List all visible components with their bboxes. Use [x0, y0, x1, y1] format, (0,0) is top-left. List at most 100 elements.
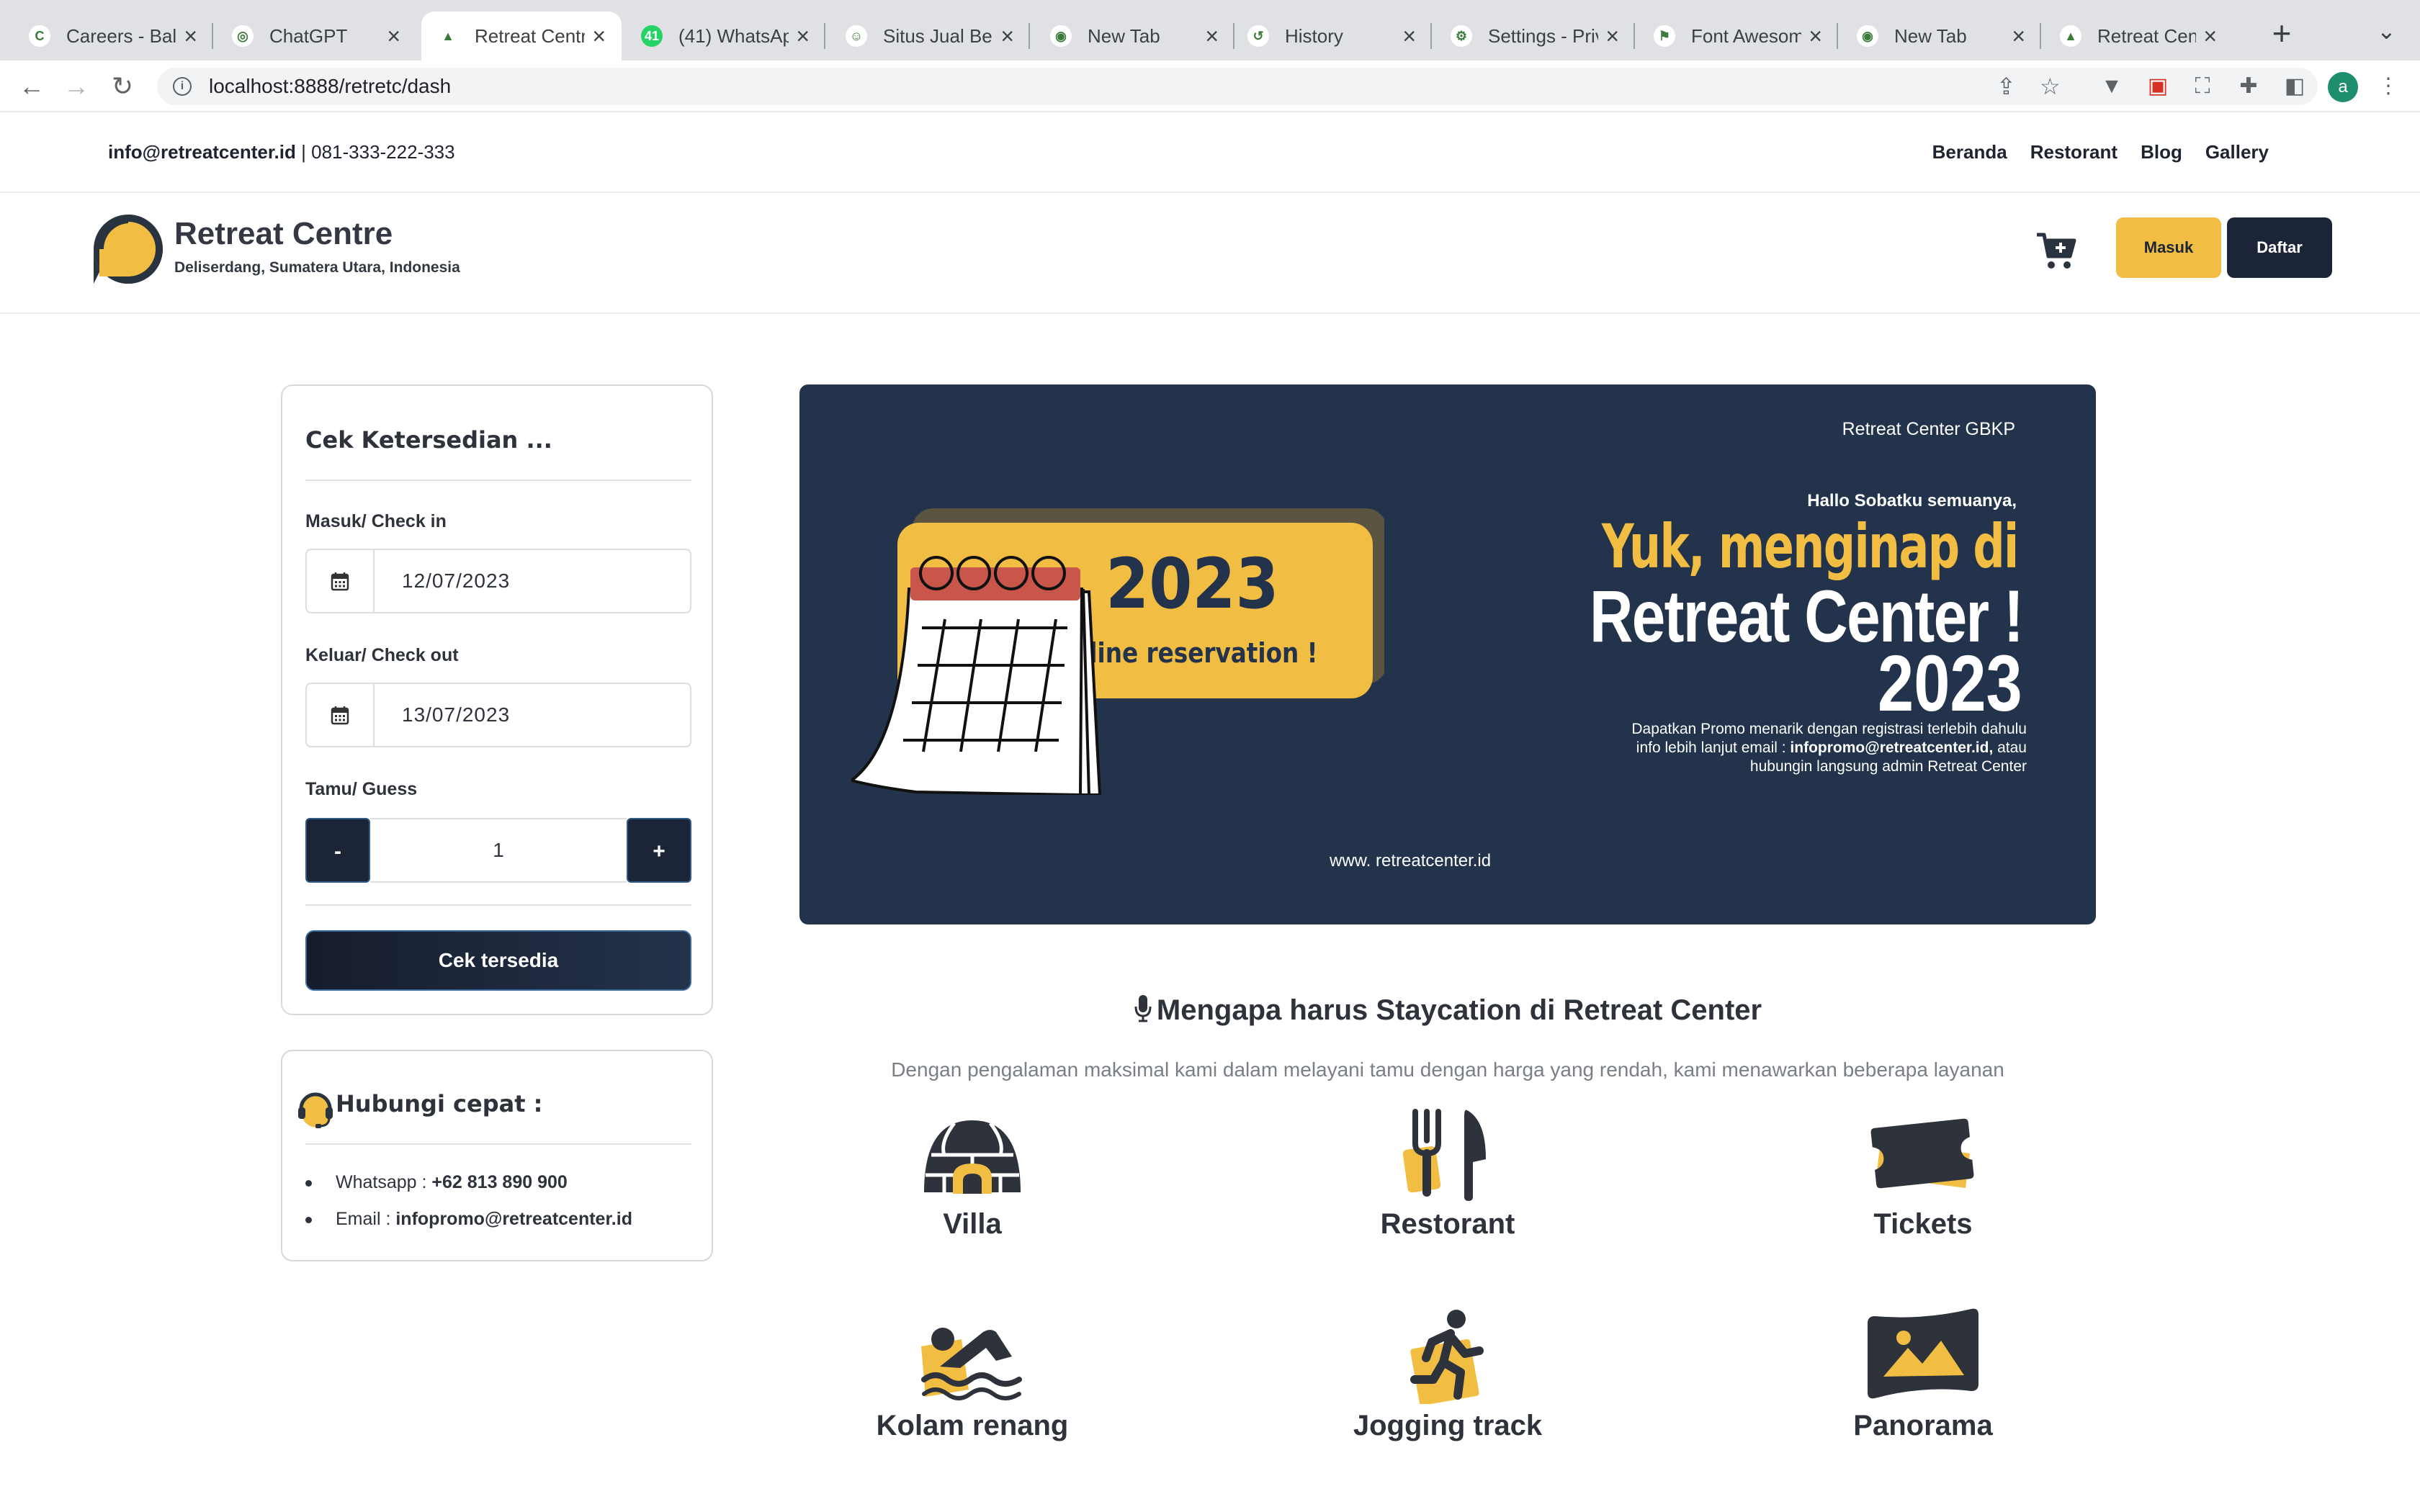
tab-close-icon[interactable]: ×: [2203, 23, 2217, 50]
tab-close-icon[interactable]: ×: [2012, 23, 2025, 50]
promo-line-2-text: info lebih lanjut email :: [1636, 739, 1791, 756]
guest-count-input[interactable]: 1: [370, 818, 627, 883]
back-icon[interactable]: ←: [16, 71, 48, 102]
cart-icon[interactable]: [2035, 230, 2077, 271]
url-text[interactable]: localhost:8888/retretc/dash: [209, 75, 451, 98]
profile-avatar[interactable]: a: [2328, 72, 2358, 102]
service-tickets[interactable]: Tickets: [1772, 1113, 2074, 1241]
nav-restorant[interactable]: Restorant: [2030, 141, 2118, 163]
service-panorama[interactable]: Panorama: [1772, 1306, 2074, 1442]
promo-banner: 2023 online reservation ! Retreat Center…: [799, 384, 2096, 924]
banner-year: 2023: [1878, 639, 2022, 728]
tab-favicon-icon: 41: [641, 25, 663, 47]
extensions-puzzle-icon[interactable]: ✚: [2234, 72, 2263, 101]
quick-contact-card: Hubungi cepat : Whatsapp : +62 813 890 9…: [281, 1050, 713, 1261]
email-address[interactable]: infopromo@retreatcenter.id: [395, 1209, 632, 1229]
browser-tab[interactable]: ▲ Retreat Centre ×: [421, 12, 622, 60]
tab-close-icon[interactable]: ×: [1605, 23, 1619, 50]
banner-website: www. retreatcenter.id: [1330, 851, 1492, 870]
forward-icon[interactable]: →: [60, 71, 92, 102]
brand-logo[interactable]: [91, 212, 166, 287]
whatsapp-number[interactable]: +62 813 890 900: [431, 1172, 567, 1192]
tab-close-icon[interactable]: ×: [1205, 23, 1219, 50]
tab-favicon-icon: ▲: [2060, 25, 2081, 47]
tab-title: Font Awesome: [1691, 24, 1802, 47]
banner-greeting: Hallo Sobatku semuanya,: [1807, 491, 2017, 510]
guest-plus-button[interactable]: +: [627, 818, 691, 883]
browser-tab[interactable]: ⚑ Font Awesome ×: [1638, 12, 1838, 60]
quick-contact-title: Hubungi cepat :: [336, 1090, 543, 1117]
register-button[interactable]: Daftar: [2227, 217, 2332, 278]
side-panel-icon[interactable]: ◧: [2280, 72, 2309, 101]
tab-separator: [1430, 23, 1432, 49]
tab-separator: [212, 23, 213, 49]
browser-tab[interactable]: ◉ New Tab ×: [1034, 12, 1234, 60]
igloo-icon: [924, 1120, 1021, 1194]
topbar-separator: |: [301, 141, 306, 163]
calendar-caption-text: online reservation !: [1057, 638, 1318, 670]
login-button[interactable]: Masuk: [2116, 217, 2221, 278]
checkout-field[interactable]: 13/07/2023: [305, 683, 691, 747]
browser-tab[interactable]: ☺ Situs Jual Beli ×: [830, 12, 1030, 60]
calendar-icon: [307, 550, 375, 612]
browser-menu-icon[interactable]: ⋮: [2374, 72, 2403, 101]
brand-name[interactable]: Retreat Centre: [174, 216, 460, 252]
topbar-email[interactable]: info@retreatcenter.id: [108, 141, 296, 163]
tab-close-icon[interactable]: ×: [796, 23, 810, 50]
extension-red-icon[interactable]: ▣: [2143, 72, 2172, 101]
tab-separator: [824, 23, 825, 49]
tab-close-icon[interactable]: ×: [592, 23, 606, 50]
browser-tab[interactable]: ↺ History ×: [1232, 12, 1432, 60]
tab-close-icon[interactable]: ×: [184, 23, 197, 50]
nav-gallery[interactable]: Gallery: [2205, 141, 2269, 163]
service-restorant[interactable]: Restorant: [1296, 1106, 1599, 1241]
checkin-field[interactable]: 12/07/2023: [305, 549, 691, 613]
contact-whatsapp: Whatsapp : +62 813 890 900: [305, 1172, 632, 1193]
browser-tab[interactable]: ◎ ChatGPT ×: [216, 12, 416, 60]
ticket-icon: [1870, 1118, 1974, 1189]
promo-email: infopromo@retreatcenter.id,: [1790, 739, 1994, 756]
calendar-icon: [307, 684, 375, 746]
divider: [305, 1143, 691, 1145]
tab-favicon-icon: ⚑: [1654, 25, 1675, 47]
browser-tab[interactable]: 41 (41) WhatsApp ×: [625, 12, 825, 60]
guest-minus-button[interactable]: -: [305, 818, 370, 883]
address-bar[interactable]: i localhost:8888/retretc/dash: [157, 68, 2318, 105]
banner-promo-text: Dapatkan Promo menarik dengan registrasi…: [1566, 720, 2027, 776]
nav-blog[interactable]: Blog: [2141, 141, 2182, 163]
promo-line-3: hubungin langsung admin Retreat Center: [1749, 758, 2027, 775]
checkout-label: Keluar/ Check out: [305, 645, 459, 665]
service-jogging-track[interactable]: Jogging track: [1296, 1308, 1599, 1442]
nav-beranda[interactable]: Beranda: [1932, 141, 2007, 163]
site-info-icon[interactable]: i: [173, 77, 192, 96]
tab-search-icon[interactable]: ⌄: [2377, 17, 2396, 45]
extension-v-icon[interactable]: ▼: [2097, 72, 2126, 101]
tab-close-icon[interactable]: ×: [1809, 23, 1822, 50]
browser-tab[interactable]: ◉ New Tab ×: [1841, 12, 2041, 60]
reload-icon[interactable]: ↻: [107, 71, 138, 102]
brand: Retreat Centre Deliserdang, Sumatera Uta…: [174, 216, 460, 276]
bookmark-star-icon[interactable]: ☆: [2040, 71, 2061, 102]
availability-card: Cek Ketersedian ... Masuk/ Check in 12/0…: [281, 384, 713, 1015]
whatsapp-label: Whatsapp :: [336, 1172, 432, 1192]
tab-close-icon[interactable]: ×: [387, 23, 400, 50]
checkin-label: Masuk/ Check in: [305, 511, 447, 531]
checkin-input[interactable]: 12/07/2023: [375, 570, 510, 593]
image-icon: [1868, 1308, 1978, 1399]
service-villa[interactable]: Villa: [821, 1113, 1124, 1241]
tab-close-icon[interactable]: ×: [1000, 23, 1014, 50]
topbar-phone[interactable]: 081-333-222-333: [311, 141, 455, 163]
check-availability-button[interactable]: Cek tersedia: [305, 930, 691, 991]
browser-tab[interactable]: C Careers - Bali ×: [13, 12, 213, 60]
screen-capture-icon[interactable]: ⛶: [2188, 72, 2217, 101]
service-kolam-renang[interactable]: Kolam renang: [821, 1310, 1124, 1442]
microphone-icon: [1134, 995, 1152, 1022]
tab-close-icon[interactable]: ×: [1402, 23, 1416, 50]
new-tab-button[interactable]: +: [2260, 12, 2303, 55]
browser-tab[interactable]: ⚙ Settings - Privacy ×: [1435, 12, 1635, 60]
checkout-input[interactable]: 13/07/2023: [375, 703, 510, 726]
share-icon[interactable]: ⇪: [1996, 71, 2016, 102]
tab-separator: [1837, 23, 1838, 49]
services-title-text: Mengapa harus Staycation di Retreat Cent…: [1156, 994, 1762, 1026]
browser-tab[interactable]: ▲ Retreat Centre ×: [2044, 12, 2233, 60]
